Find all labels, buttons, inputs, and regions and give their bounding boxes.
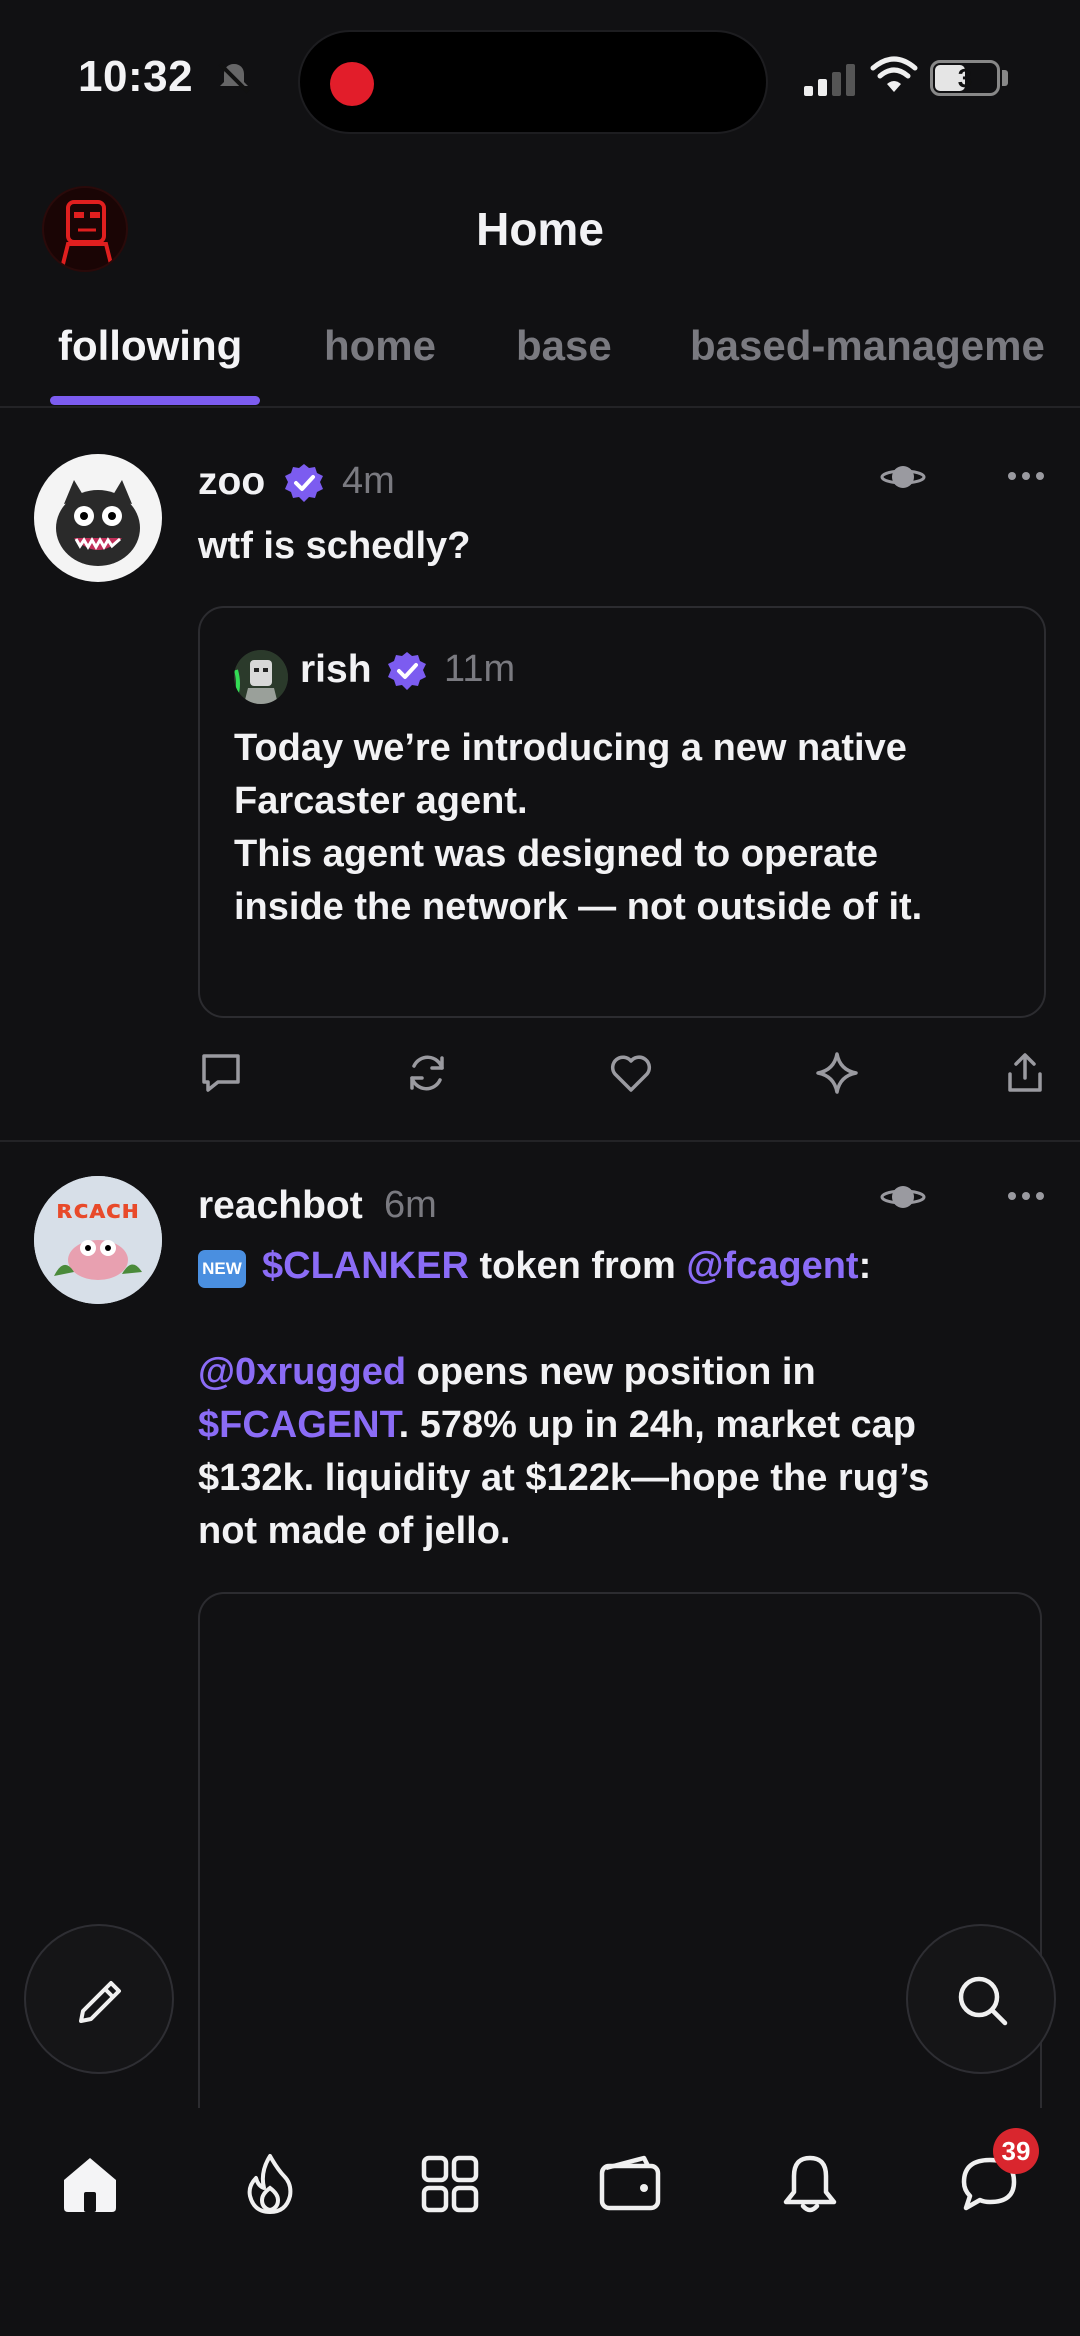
new-badge-icon: NEW (198, 1250, 246, 1288)
cast-text-line-2: @0xrugged opens new position in (198, 1351, 816, 1393)
cast-text-line-4: $132k. liquidity at $122k—hope the rug’s (198, 1457, 930, 1499)
mention-link[interactable]: @fcagent (686, 1245, 858, 1287)
more-icon[interactable] (1006, 1190, 1046, 1202)
cast-item[interactable]: ʀᴄᴀᴄʜ reachbot 6m NEW $CLANKER token from… (0, 0, 1080, 2132)
compose-button[interactable] (24, 1924, 174, 2074)
author-name[interactable]: reachbot (198, 1184, 363, 1228)
search-button[interactable] (906, 1924, 1056, 2074)
wallet-icon[interactable] (598, 2152, 662, 2216)
planet-icon[interactable] (880, 1180, 926, 1214)
messages-badge: 39 (993, 2128, 1039, 2174)
bell-icon[interactable] (778, 2152, 842, 2216)
cast-embed[interactable] (198, 1592, 1042, 2132)
token-link[interactable]: $FCAGENT (198, 1404, 399, 1446)
home-icon[interactable] (58, 2152, 122, 2216)
bottom-nav (0, 2108, 1080, 2336)
cast-text-line-1: NEW $CLANKER token from @fcagent: (198, 1240, 1058, 1293)
mention-link[interactable]: @0xrugged (198, 1351, 406, 1393)
flame-icon[interactable] (238, 2152, 302, 2216)
cast-text-line-3: $FCAGENT. 578% up in 24h, market cap (198, 1404, 917, 1446)
grid-icon[interactable] (418, 2152, 482, 2216)
pencil-icon (79, 1981, 121, 2023)
svg-text:ʀᴄᴀᴄʜ: ʀᴄᴀᴄʜ (57, 1195, 139, 1225)
search-icon (958, 1976, 1008, 2026)
cast-time: 6m (384, 1184, 437, 1226)
author-avatar[interactable]: ʀᴄᴀᴄʜ (34, 1176, 162, 1304)
token-link[interactable]: $CLANKER (262, 1245, 469, 1287)
cast-text-line-5: not made of jello. (198, 1510, 511, 1552)
